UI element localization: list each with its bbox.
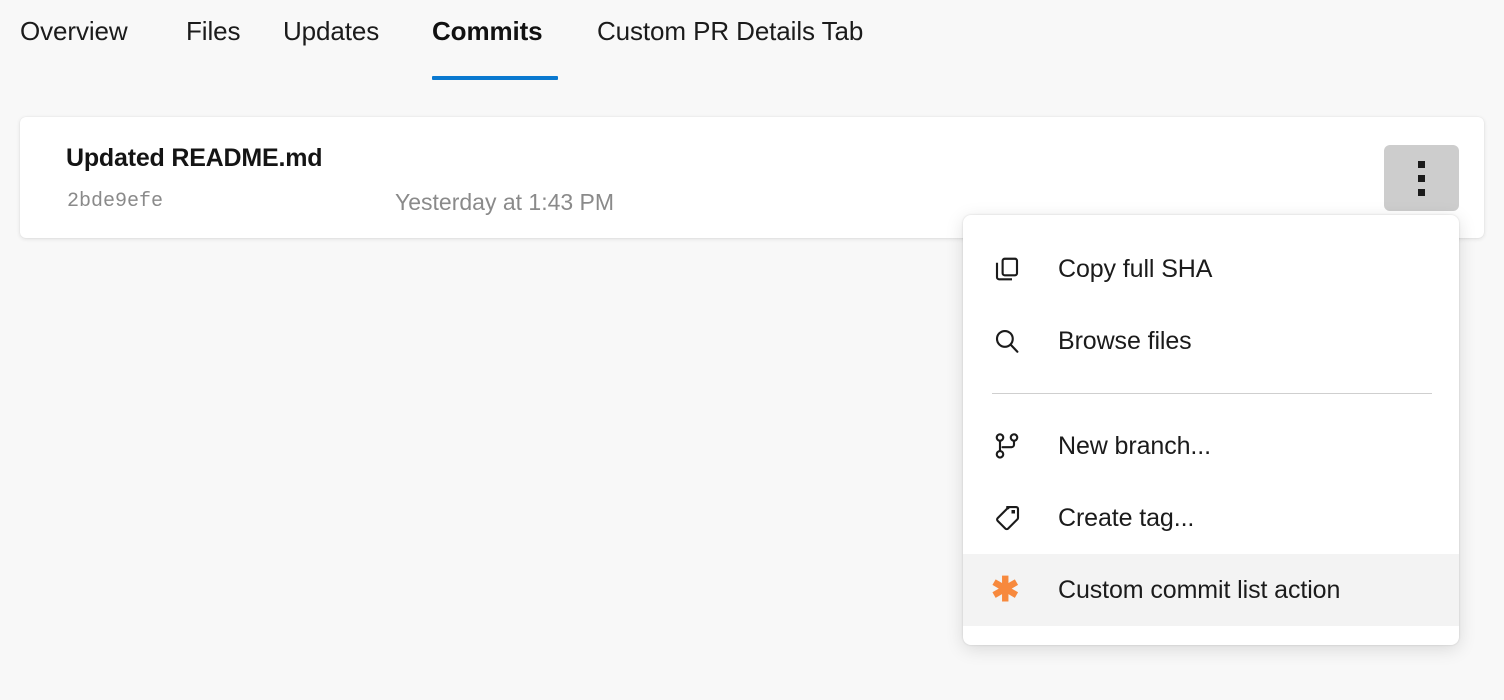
menu-item-create-tag[interactable]: Create tag... bbox=[963, 482, 1459, 554]
tab-custom-pr-details-tab[interactable]: Custom PR Details Tab bbox=[597, 14, 863, 48]
asterisk-icon: ✱ bbox=[992, 576, 1036, 604]
overflow-dot-1 bbox=[1418, 161, 1425, 168]
menu-item-copy-full-sha[interactable]: Copy full SHA bbox=[963, 233, 1459, 305]
menu-item-label: New branch... bbox=[1058, 430, 1211, 462]
menu-item-label: Custom commit list action bbox=[1058, 574, 1340, 606]
menu-item-label: Create tag... bbox=[1058, 502, 1194, 534]
tab-overview[interactable]: Overview bbox=[20, 14, 128, 48]
menu-item-new-branch[interactable]: New branch... bbox=[963, 410, 1459, 482]
menu-item-browse-files[interactable]: Browse files bbox=[963, 305, 1459, 377]
commit-context-menu: Copy full SHA Browse files New branch... bbox=[963, 215, 1459, 645]
overflow-dot-3 bbox=[1418, 189, 1425, 196]
menu-item-custom-commit-list-action[interactable]: ✱ Custom commit list action bbox=[963, 554, 1459, 626]
commit-timestamp: Yesterday at 1:43 PM bbox=[395, 188, 614, 216]
tag-icon bbox=[992, 503, 1036, 533]
selected-tab-indicator bbox=[432, 76, 558, 80]
search-icon bbox=[992, 326, 1036, 356]
tab-updates[interactable]: Updates bbox=[283, 14, 379, 48]
commit-message: Updated README.md bbox=[66, 142, 322, 174]
tab-files[interactable]: Files bbox=[186, 14, 240, 48]
menu-item-label: Browse files bbox=[1058, 325, 1192, 357]
commit-overflow-menu-button[interactable] bbox=[1384, 145, 1459, 211]
copy-icon bbox=[992, 254, 1036, 284]
menu-item-label: Copy full SHA bbox=[1058, 253, 1212, 285]
overflow-dot-2 bbox=[1418, 175, 1425, 182]
pr-tab-bar: Overview Files Updates Commits Custom PR… bbox=[0, 0, 1504, 92]
branch-icon bbox=[992, 431, 1036, 461]
commit-sha-link[interactable]: 2bde9efe bbox=[67, 189, 163, 215]
menu-separator bbox=[992, 393, 1432, 394]
tab-commits[interactable]: Commits bbox=[432, 14, 543, 48]
